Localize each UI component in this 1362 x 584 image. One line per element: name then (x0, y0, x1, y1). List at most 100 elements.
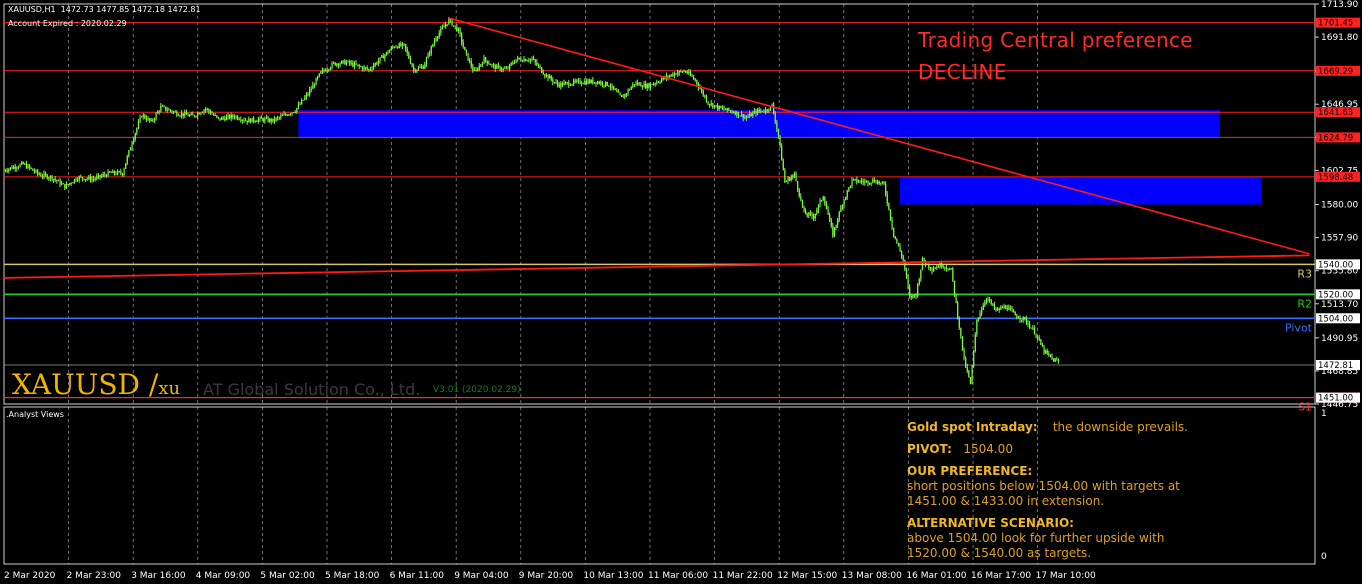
candle-body (117, 171, 119, 175)
candle-body (377, 60, 380, 64)
candle-body (257, 119, 260, 122)
candle-body (547, 74, 549, 79)
candle-body (283, 114, 285, 116)
candle-body (886, 194, 888, 204)
candle-body (1029, 324, 1031, 328)
candle-body (880, 182, 882, 184)
candle-body (339, 63, 341, 66)
candle-body (214, 115, 216, 117)
candle-body (238, 119, 240, 120)
candle-body (161, 106, 164, 107)
candle-body (125, 163, 127, 169)
candle-body (21, 162, 23, 165)
candle-body (614, 88, 616, 91)
candle-body (597, 82, 599, 84)
watermark-slash: / (139, 368, 159, 401)
candle-body (773, 104, 775, 114)
candle-body (1033, 327, 1036, 334)
candle-body (481, 63, 484, 65)
candle-body (11, 167, 13, 169)
candle-body (253, 117, 255, 122)
candle-body (233, 116, 236, 118)
candle-body (312, 84, 314, 89)
candle-body (262, 118, 264, 122)
candle-body (235, 116, 237, 118)
candle-body (272, 118, 274, 122)
candle-body (803, 206, 805, 212)
candle-body (1013, 310, 1015, 313)
candle-body (974, 334, 976, 351)
candle-body (937, 266, 940, 268)
candle-body (53, 178, 55, 180)
candle-body (419, 67, 421, 68)
candle-body (763, 111, 765, 113)
candle-body (301, 100, 303, 104)
candle-body (393, 46, 396, 48)
candle-body (374, 63, 376, 66)
candle-body (901, 251, 903, 257)
candle-body (979, 313, 981, 318)
candle-body (851, 179, 853, 186)
candle-body (669, 75, 671, 78)
candle-body (315, 78, 317, 86)
candle-body (237, 116, 239, 120)
candle-body (736, 111, 738, 115)
candle-body (953, 280, 956, 295)
x-tick-label: 5 Mar 02:00 (260, 571, 315, 581)
candle-body (171, 110, 173, 113)
candle-body (3, 170, 5, 171)
candle-body (389, 50, 391, 53)
candle-body (497, 65, 500, 67)
candle-body (27, 165, 29, 169)
candle-body (958, 317, 960, 328)
candle-body (765, 109, 767, 112)
candle-body (646, 84, 648, 88)
candle-body (405, 43, 407, 49)
candle-body (905, 269, 908, 278)
candle-body (635, 82, 637, 85)
candle-body (96, 176, 98, 179)
watermark-company: AT Global Solution Co., Ltd. (203, 380, 421, 399)
candle-body (13, 166, 15, 169)
candle-body (806, 214, 808, 216)
y-tick-label: 1490.95 (1321, 334, 1358, 344)
candle-body (472, 66, 474, 71)
candle-body (230, 114, 232, 119)
candle-body (209, 111, 212, 114)
x-tick-label: 16 Mar 01:00 (906, 571, 966, 581)
candle-body (560, 82, 562, 87)
candle-body (432, 44, 434, 47)
candle-body (129, 148, 132, 151)
candle-body (501, 69, 503, 71)
analysis-panel: Gold spot Intraday: the downside prevail… (907, 420, 1217, 568)
candle-body (741, 114, 743, 116)
candle-body (371, 68, 373, 70)
candle-body (243, 120, 245, 121)
candle-body (45, 173, 47, 175)
candle-body (641, 86, 644, 88)
candle-body (622, 96, 624, 98)
candle-body (70, 183, 72, 185)
candle-body (101, 175, 103, 177)
candle-body (616, 90, 618, 92)
candle-body (165, 106, 167, 111)
candle-body (520, 58, 522, 61)
candle-body (462, 42, 464, 47)
candle-body (24, 163, 26, 165)
x-tick-label: 10 Mar 13:00 (583, 571, 643, 581)
x-tick-label: 3 Mar 16:00 (131, 571, 186, 581)
candle-body (955, 294, 957, 303)
candle-body (89, 176, 92, 181)
candle-body (643, 83, 645, 88)
candle-body (1025, 318, 1028, 324)
candle-body (334, 62, 336, 66)
candle-body (853, 178, 855, 180)
candle-body (579, 80, 581, 84)
candle-body (861, 180, 863, 182)
candle-body (837, 220, 839, 225)
candle-body (259, 117, 261, 120)
candle-body (613, 85, 615, 89)
candle-body (601, 82, 604, 85)
candle-body (216, 115, 218, 117)
candle-body (585, 81, 588, 84)
